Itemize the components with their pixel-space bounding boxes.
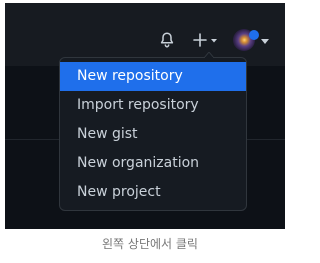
menu-item-new-organization[interactable]: New organization: [60, 149, 246, 178]
avatar-menu-trigger[interactable]: [233, 29, 271, 53]
chevron-down-icon[interactable]: [261, 39, 269, 45]
plus-icon[interactable]: [192, 30, 222, 50]
image-caption: 왼쪽 상단에서 클릭: [102, 237, 198, 251]
menu-item-new-repository[interactable]: New repository: [60, 62, 246, 91]
menu-item-new-gist[interactable]: New gist: [60, 120, 246, 149]
app-screenshot: New repository Import repository New gis…: [5, 3, 285, 229]
menu-item-import-repository[interactable]: Import repository: [60, 91, 246, 120]
dropdown-caret-icon: [204, 52, 214, 58]
menu-item-new-project[interactable]: New project: [60, 178, 246, 207]
status-dot: [249, 30, 259, 40]
create-new-dropdown: New repository Import repository New gis…: [59, 52, 247, 211]
bell-icon[interactable]: [158, 31, 176, 49]
dropdown-menu-list: New repository Import repository New gis…: [60, 62, 246, 207]
